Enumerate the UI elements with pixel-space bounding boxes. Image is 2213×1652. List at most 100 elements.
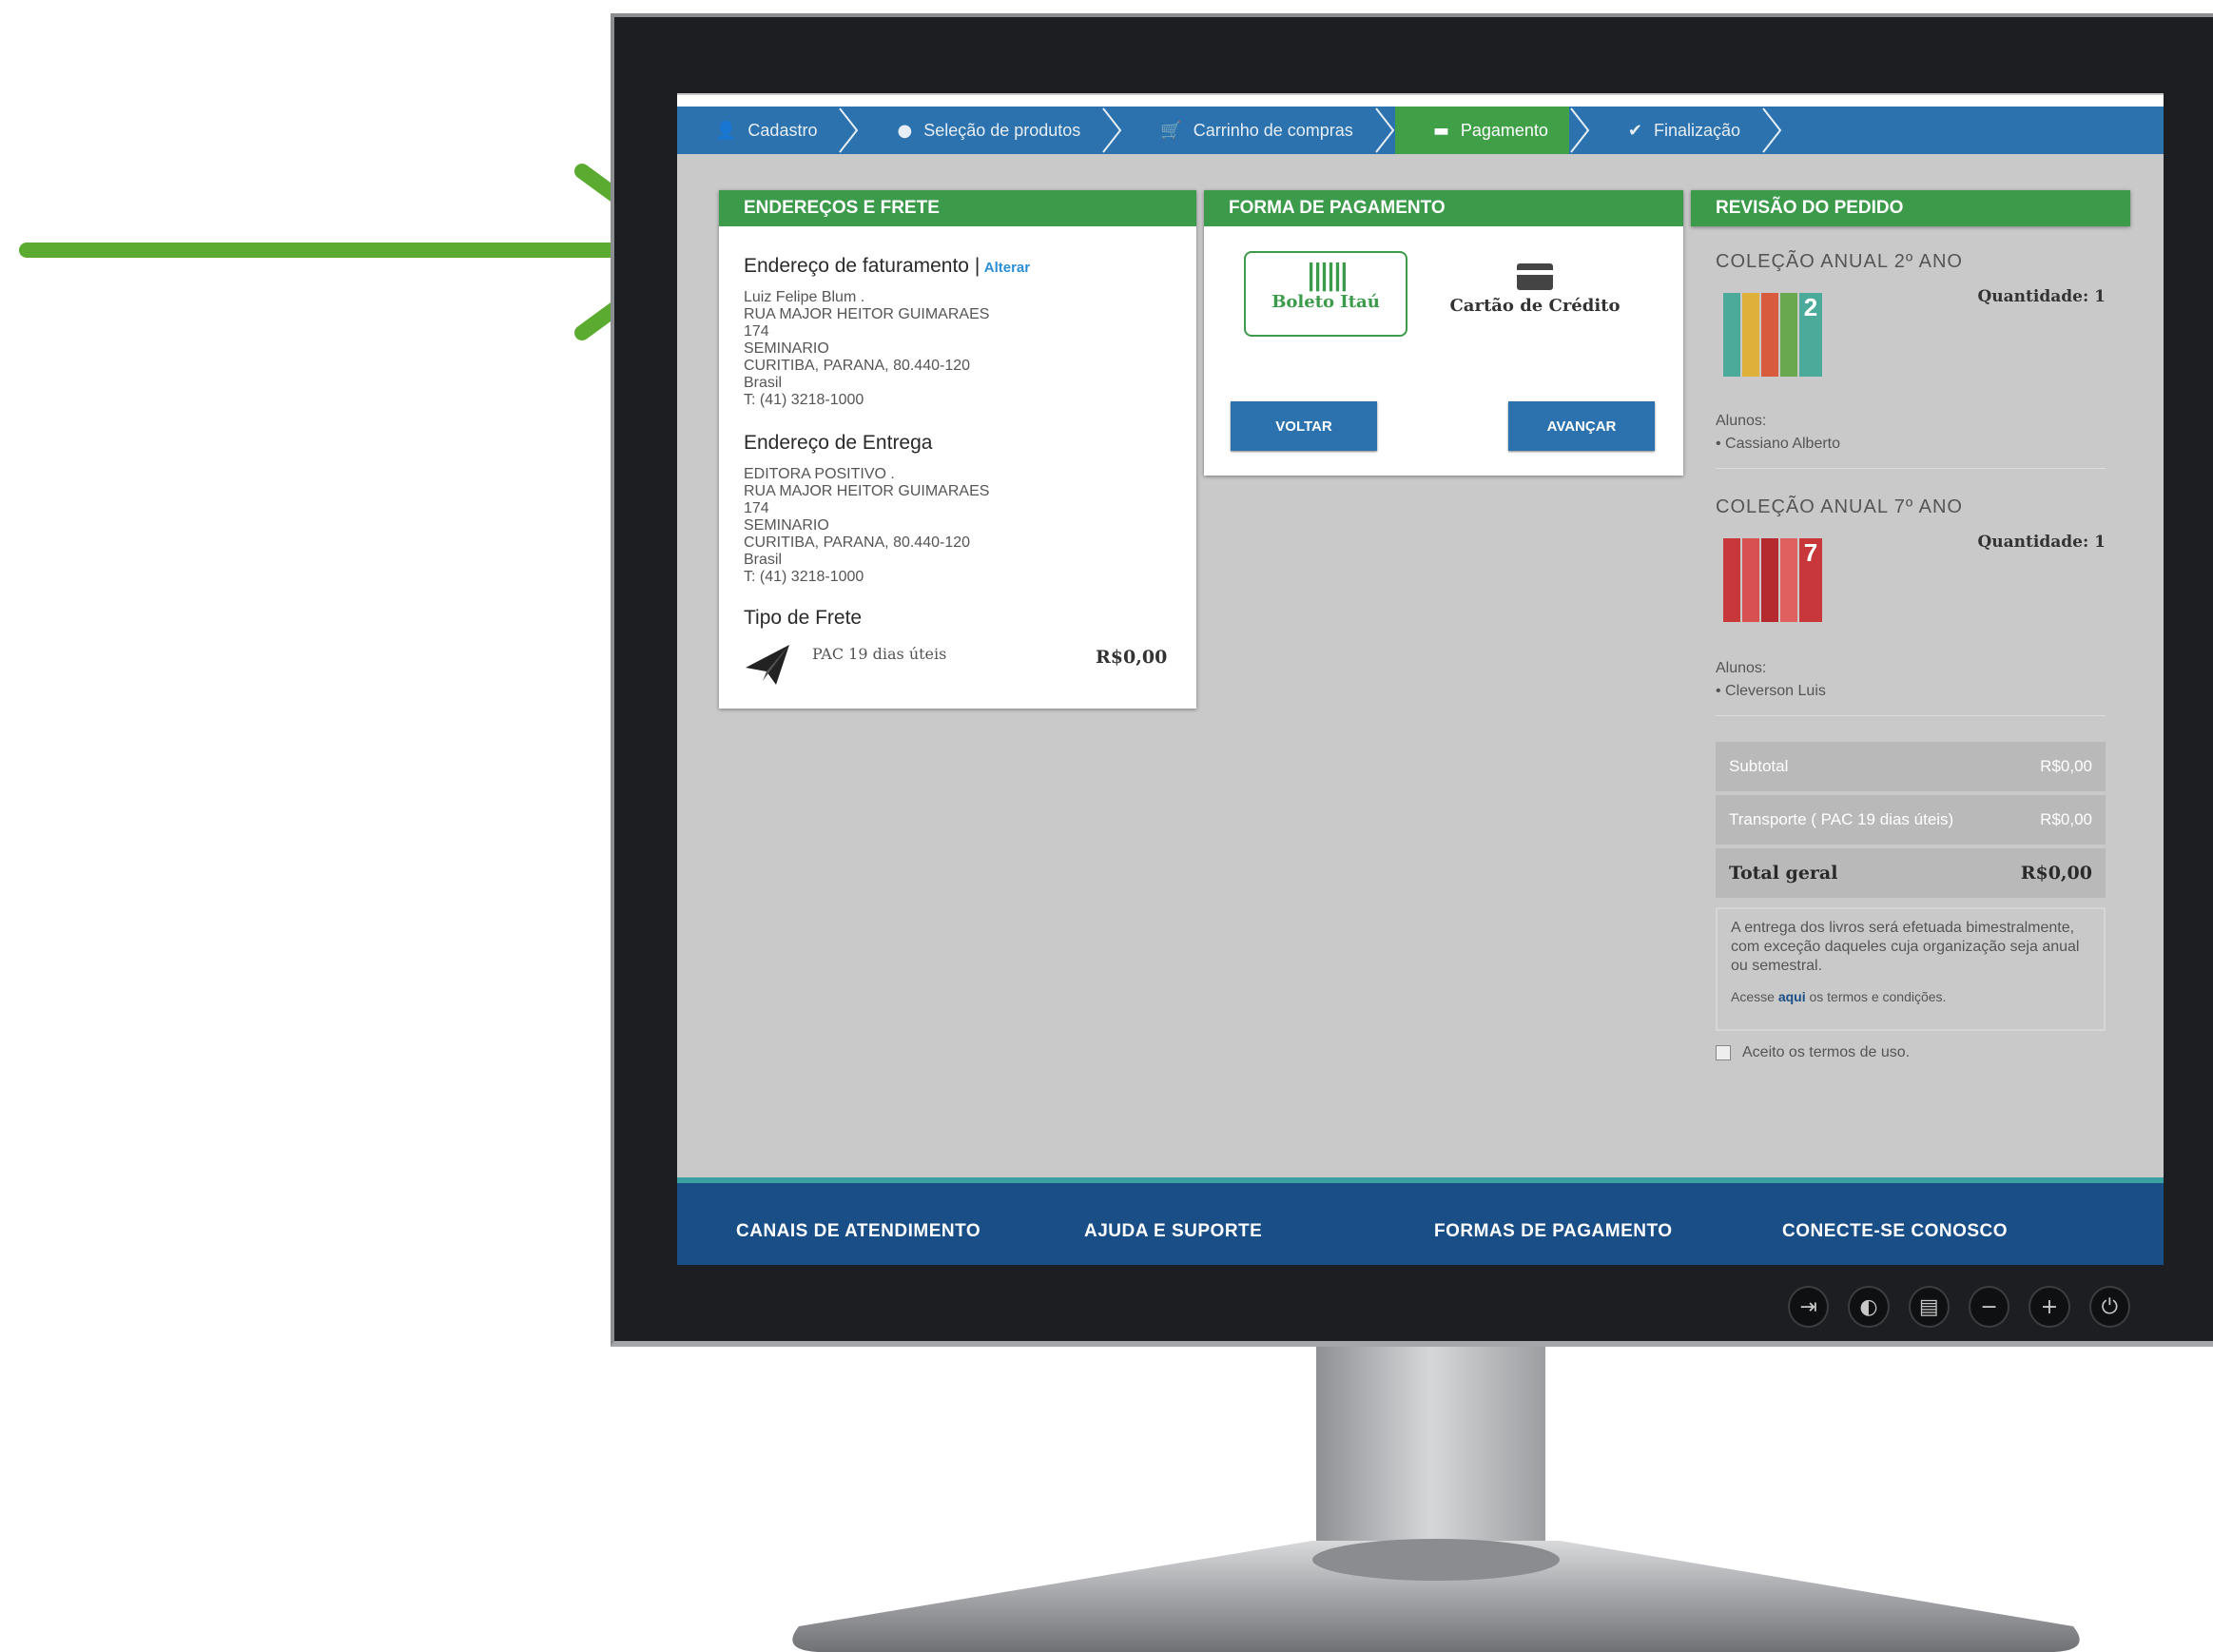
note-text: A entrega dos livros será efetuada bimes… <box>1731 920 2080 974</box>
review-item: COLEÇÃO ANUAL 2º ANO Quantidade: 1 2 Alu… <box>1716 251 2106 469</box>
address-line: EDITORA POSITIVO . <box>744 466 895 482</box>
chevron-right-icon <box>1102 107 1122 153</box>
address-line: RUA MAJOR HEITOR GUIMARAES <box>744 306 990 322</box>
step-finalização[interactable]: ✔ Finalização <box>1590 107 1761 154</box>
address-line: SEMINARIO <box>744 517 829 534</box>
credit-card-label: Cartão de Crédito <box>1449 296 1621 316</box>
addresses-panel: ENDEREÇOS E FRETE Endereço de faturament… <box>719 190 1196 709</box>
step-label: Seleção de produtos <box>923 120 1081 140</box>
monitor-stand-base <box>792 1539 2080 1652</box>
book-spine <box>1780 538 1797 622</box>
total-row: Total geral R$0,00 <box>1716 848 2106 898</box>
accept-label: Aceito os termos de uso. <box>1742 1044 1911 1060</box>
book-spine <box>1761 293 1778 377</box>
footer-link[interactable]: CANAIS DE ATENDIMENTO <box>736 1221 980 1242</box>
menu-icon[interactable]: ◐ <box>1848 1286 1890 1328</box>
freight-price: R$0,00 <box>1096 647 1168 668</box>
quantity-label: Quantidade: <box>1977 533 2089 552</box>
chevron-right-icon <box>1762 107 1782 153</box>
paper-plane-icon <box>746 645 789 685</box>
credit-card-icon <box>1517 263 1553 290</box>
footer-link[interactable]: CONECTE-SE CONOSCO <box>1782 1221 2008 1242</box>
address-line: Brasil <box>744 552 783 568</box>
book-spine <box>1761 538 1778 622</box>
change-address-link[interactable]: Alterar <box>984 260 1030 276</box>
accept-checkbox[interactable] <box>1716 1045 1731 1060</box>
subtotal-row: Subtotal R$0,00 <box>1716 742 2106 791</box>
book-spine <box>1742 538 1759 622</box>
students-label: Alunos: <box>1716 660 1767 676</box>
step-carrinho-de-compras[interactable]: 🛒 Carrinho de compras <box>1122 107 1374 154</box>
quantity-value: 1 <box>2094 287 2106 306</box>
panel-title: FORMA DE PAGAMENTO <box>1204 190 1683 226</box>
plus-icon[interactable]: + <box>2029 1286 2070 1328</box>
checkout-steps: 👤 Cadastro ● Seleção de produtos 🛒 Carrinho d… <box>677 95 2164 154</box>
address-line: Luiz Felipe Blum . <box>744 289 865 305</box>
address-line: SEMINARIO <box>744 340 829 357</box>
card-icon: ▬ <box>1432 120 1449 141</box>
monitor-stand-neck <box>1316 1347 1545 1551</box>
input-icon[interactable]: ⇥ <box>1788 1286 1830 1328</box>
freight-title: Tipo de Frete <box>744 607 863 629</box>
user-icon: 👤 <box>715 120 737 141</box>
boleto-label: Boleto Itaú <box>1272 292 1380 312</box>
monitor-buttons: ⇥ ◐ ▤ − + ⏻ <box>1788 1286 2130 1331</box>
site-footer: CANAIS DE ATENDIMENTO AJUDA E SUPORTE FO… <box>677 1177 2164 1265</box>
item-name: COLEÇÃO ANUAL 7º ANO <box>1716 496 1963 517</box>
quantity-label: Quantidade: <box>1977 287 2089 306</box>
chevron-right-icon <box>1570 107 1590 153</box>
next-button[interactable]: AVANÇAR <box>1508 401 1655 451</box>
boleto-option[interactable]: |||||| Boleto Itaú <box>1244 251 1407 337</box>
chevron-right-icon <box>839 107 859 153</box>
book-cover-image: 2 <box>1723 293 1837 379</box>
book-spine <box>1742 293 1759 377</box>
review-item: COLEÇÃO ANUAL 7º ANO Quantidade: 1 7 Alu… <box>1716 496 2106 716</box>
transport-row: Transporte ( PAC 19 dias úteis) R$0,00 <box>1716 795 2106 845</box>
delivery-title: Endereço de Entrega <box>744 432 933 454</box>
barcode-icon: |||||| <box>1306 259 1349 292</box>
address-line: T: (41) 3218-1000 <box>744 569 864 585</box>
freight-label: PAC 19 dias úteis <box>812 645 947 663</box>
students-label: Alunos: <box>1716 413 1767 429</box>
step-label: Pagamento <box>1460 120 1548 140</box>
back-button[interactable]: VOLTAR <box>1231 401 1377 451</box>
delivery-note: A entrega dos livros será efetuada bimes… <box>1716 907 2106 1031</box>
book-front: 2 <box>1799 293 1822 377</box>
footer-link[interactable]: AJUDA E SUPORTE <box>1084 1221 1262 1242</box>
footer-link[interactable]: FORMAS DE PAGAMENTO <box>1434 1221 1673 1242</box>
delivery-address: EDITORA POSITIVO . RUA MAJOR HEITOR GUIMA… <box>744 466 1172 586</box>
circle-icon: ● <box>897 120 913 141</box>
quantity-value: 1 <box>2094 533 2106 552</box>
student-item: • Cassiano Alberto <box>1716 436 1841 452</box>
credit-card-option[interactable]: Cartão de Crédito <box>1430 253 1640 335</box>
cart-icon: 🛒 <box>1160 120 1182 141</box>
accept-terms[interactable]: Aceito os termos de uso. <box>1716 1044 1910 1061</box>
panel-title: REVISÃO DO PEDIDO <box>1691 190 2130 226</box>
book-spine <box>1780 293 1797 377</box>
check-icon: ✔ <box>1627 120 1642 141</box>
screen: 👤 Cadastro ● Seleção de produtos 🛒 Carrinho d… <box>677 93 2164 1265</box>
step-label: Finalização <box>1654 120 1741 140</box>
order-review-header: REVISÃO DO PEDIDO <box>1691 190 2130 226</box>
minus-icon[interactable]: − <box>1968 1286 2010 1328</box>
billing-title: Endereço de faturamento | <box>744 255 980 277</box>
step-label: Cadastro <box>747 120 818 140</box>
payment-panel: FORMA DE PAGAMENTO |||||| Boleto Itaú Ca… <box>1204 190 1683 476</box>
address-line: 174 <box>744 500 769 516</box>
step-pagamento[interactable]: ▬ Pagamento <box>1394 107 1569 154</box>
terms-link[interactable]: aqui <box>1778 989 1806 1004</box>
address-line: RUA MAJOR HEITOR GUIMARAES <box>744 483 990 499</box>
item-name: COLEÇÃO ANUAL 2º ANO <box>1716 251 1963 272</box>
address-line: T: (41) 3218-1000 <box>744 392 864 408</box>
power-icon[interactable]: ⏻ <box>2088 1286 2130 1328</box>
step-cadastro[interactable]: 👤 Cadastro <box>677 107 838 154</box>
address-line: CURITIBA, PARANA, 80.440-120 <box>744 534 971 551</box>
freight-option[interactable]: PAC 19 dias úteis R$0,00 <box>744 639 1172 696</box>
panel-title: ENDEREÇOS E FRETE <box>719 190 1196 226</box>
book-cover-image: 7 <box>1723 538 1837 624</box>
panel-icon[interactable]: ▤ <box>1908 1286 1950 1328</box>
billing-address: Luiz Felipe Blum . RUA MAJOR HEITOR GUIMA… <box>744 289 1172 409</box>
step-seleção-de-produtos[interactable]: ● Seleção de produtos <box>859 107 1101 154</box>
chevron-right-icon <box>1375 107 1395 153</box>
book-spine <box>1723 293 1740 377</box>
